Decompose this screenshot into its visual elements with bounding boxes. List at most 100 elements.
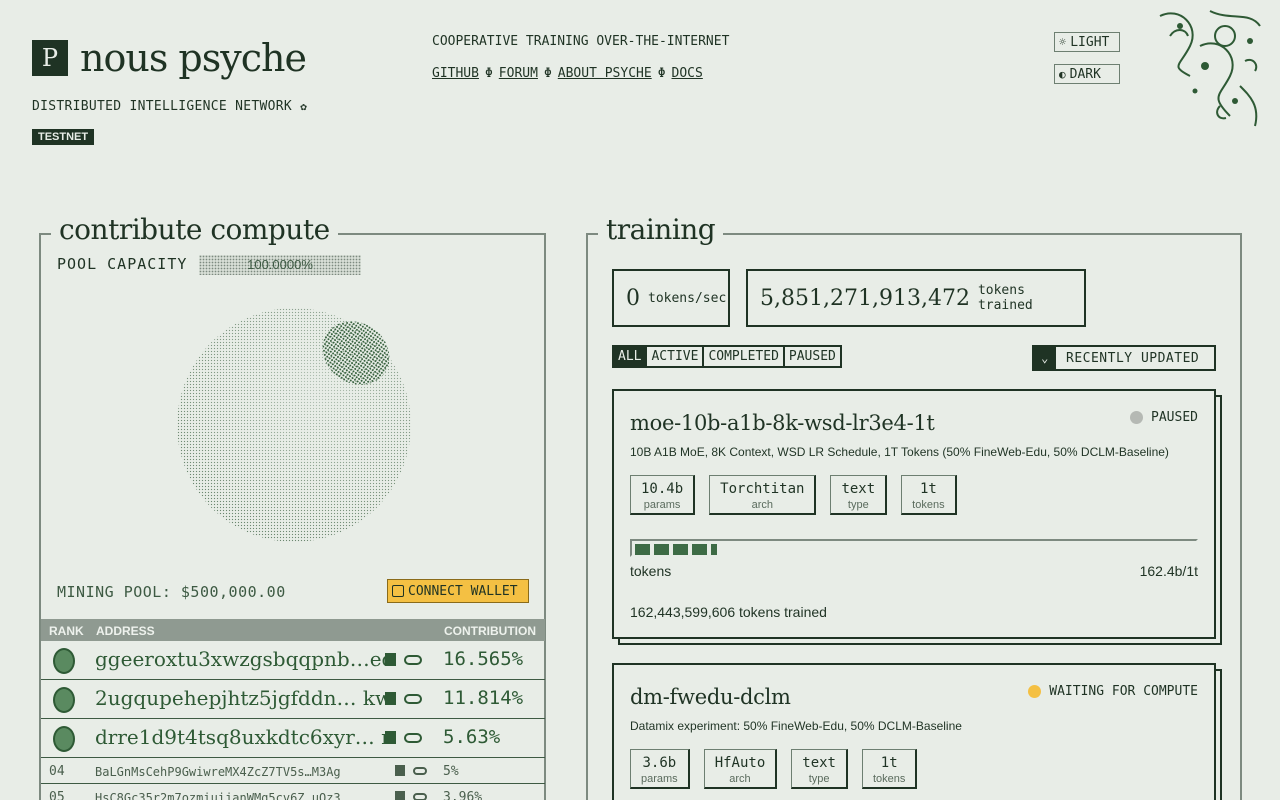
tab-all[interactable]: ALL <box>614 347 646 366</box>
progress-value: 162.4b/1t <box>1139 563 1198 579</box>
run-description: Datamix experiment: 50% FineWeb-Edu, 50%… <box>630 719 962 733</box>
row-rank: 05 <box>49 790 65 800</box>
nav-link-forum[interactable]: FORUM <box>499 66 538 81</box>
run-card[interactable]: moe-10b-a1b-8k-wsd-lr3e4-1t PAUSED 10B A… <box>612 389 1216 639</box>
theme-dark-button[interactable]: ◐ DARK <box>1054 64 1120 84</box>
sort-dropdown[interactable]: ⌄ RECENTLY UPDATED <box>1032 345 1216 371</box>
tokens-per-sec-stat: 0 tokens/sec <box>612 269 730 327</box>
col-contribution: CONTRIBUTION <box>444 624 536 638</box>
chip-value: 1t <box>880 755 898 771</box>
run-tokens-trained: 162,443,599,606 tokens trained <box>630 604 827 620</box>
link-icon[interactable] <box>404 733 422 743</box>
theme-light-button[interactable]: ☼ LIGHT <box>1054 32 1120 52</box>
copy-icon[interactable] <box>385 692 396 705</box>
chip-params: 3.6b params <box>630 749 690 789</box>
run-progress-bar <box>630 539 1198 557</box>
link-icon[interactable] <box>413 793 427 800</box>
chip-value: Torchtitan <box>720 481 805 497</box>
row-rank: 04 <box>49 764 65 779</box>
progress-segment <box>654 544 669 555</box>
chip-value: 3.6b <box>642 755 677 771</box>
chip-value: HfAuto <box>714 755 766 771</box>
panel-title: contribute compute <box>51 213 338 246</box>
theme-light-label: LIGHT <box>1070 34 1110 50</box>
chip-label: type <box>808 773 830 785</box>
row-address: HsC8Gc35r2m7ozmiuijanWMq5cv6Z…uOz3 <box>95 791 341 800</box>
status-dot-icon <box>1028 685 1042 698</box>
status-dot-icon <box>1130 411 1144 424</box>
link-icon[interactable] <box>404 694 422 704</box>
link-icon[interactable] <box>413 767 427 775</box>
chip-label: params <box>641 773 678 785</box>
ornament-glyph-icon: ✿ <box>300 100 308 113</box>
col-address: ADDRESS <box>96 624 155 638</box>
tab-paused[interactable]: PAUSED <box>782 347 840 366</box>
logo[interactable]: P nous psyche <box>32 36 307 80</box>
chip-label: tokens <box>872 773 906 785</box>
chip-label: arch <box>751 499 773 511</box>
tokens-per-sec-unit: tokens/sec <box>648 290 727 306</box>
chip-type: text type <box>830 475 888 515</box>
run-status: PAUSED <box>1130 410 1198 425</box>
table-row: drre1d9t4tsq8uxkdtc6xyr… rfkj 5.63% <box>41 719 545 758</box>
row-contribution: 5% <box>443 764 459 779</box>
main-nav: GITHUB Φ FORUM Φ ABOUT PSYCHE Φ DOCS <box>432 66 703 81</box>
chip-params: 10.4b params <box>630 475 696 515</box>
copy-icon[interactable] <box>395 791 405 800</box>
row-contribution: 11.814% <box>443 687 524 709</box>
bronze-medal-icon <box>53 726 75 752</box>
connect-wallet-button[interactable]: CONNECT WALLET <box>387 579 529 603</box>
network-badge: TESTNET <box>32 129 95 145</box>
training-panel: training 0 tokens/sec 5,851,271,913,472 … <box>586 213 1242 800</box>
logo-mark-icon: P <box>32 40 68 76</box>
col-rank: RANK <box>49 624 84 638</box>
chip-label: params <box>643 499 681 511</box>
tab-active[interactable]: ACTIVE <box>645 347 702 366</box>
copy-icon[interactable] <box>385 653 396 666</box>
row-contribution: 16.565% <box>443 648 524 670</box>
run-name: moe-10b-a1b-8k-wsd-lr3e4-1t <box>630 411 935 435</box>
mining-pool-amount: MINING POOL: $500,000.00 <box>57 583 286 601</box>
row-contribution: 5.63% <box>443 726 501 748</box>
table-row: 05 HsC8Gc35r2m7ozmiuijanWMq5cv6Z…uOz3 3.… <box>41 784 545 800</box>
tokens-per-sec-value: 0 <box>626 285 640 311</box>
tab-completed[interactable]: COMPLETED <box>702 347 782 366</box>
row-address: BaLGnMsCehP9GwiwreMX4ZcZ7TV5s…M3Ag <box>95 765 341 779</box>
tagline-text: DISTRIBUTED INTELLIGENCE NETWORK <box>32 99 293 114</box>
sun-icon: ☼ <box>1059 35 1067 49</box>
tagline: DISTRIBUTED INTELLIGENCE NETWORK ✿ <box>32 99 307 114</box>
row-address: ggeeroxtu3xwzgsbqqpnb…eqt7 <box>95 647 385 671</box>
moon-icon: ◐ <box>1059 67 1066 81</box>
sort-label: RECENTLY UPDATED <box>1066 350 1200 366</box>
chip-value: text <box>841 481 876 497</box>
chip-type: text type <box>791 749 848 789</box>
chip-value: text <box>802 755 836 771</box>
status-filter-tabs: ALL ACTIVE COMPLETED PAUSED <box>612 345 842 368</box>
nav-link-about[interactable]: ABOUT PSYCHE <box>558 66 652 81</box>
chip-arch: HfAuto arch <box>703 749 778 789</box>
chip-label: arch <box>729 773 751 785</box>
subtitle: COOPERATIVE TRAINING OVER-THE-INTERNET <box>432 34 730 49</box>
nav-separator-icon: Φ <box>543 66 552 81</box>
pool-capacity-label: POOL CAPACITY <box>57 255 188 273</box>
run-description: 10B A1B MoE, 8K Context, WSD LR Schedule… <box>630 445 1169 459</box>
table-row: 04 BaLGnMsCehP9GwiwreMX4ZcZ7TV5s…M3Ag 5% <box>41 758 545 784</box>
panel-title: training <box>598 213 724 246</box>
run-status-label: PAUSED <box>1151 410 1198 425</box>
tokens-trained-value: 5,851,271,913,472 <box>760 285 970 311</box>
chip-label: tokens <box>912 499 945 511</box>
table-row: ggeeroxtu3xwzgsbqqpnb…eqt7 16.565% <box>41 641 545 680</box>
row-address: 2ugqupehepjhtz5jgfddn… kwj4 <box>95 686 385 710</box>
nav-link-github[interactable]: GITHUB <box>432 66 479 81</box>
progress-segment <box>711 544 717 555</box>
connect-wallet-label: CONNECT WALLET <box>408 583 518 599</box>
tokens-trained-stat: 5,851,271,913,472 tokens trained <box>746 269 1086 327</box>
run-card[interactable]: dm-fwedu-dclm WAITING FOR COMPUTE Datami… <box>612 663 1216 800</box>
chip-arch: Torchtitan arch <box>709 475 817 515</box>
pool-capacity-bar: 100.0000% <box>199 255 361 275</box>
link-icon[interactable] <box>404 655 422 665</box>
copy-icon[interactable] <box>395 765 405 776</box>
copy-icon[interactable] <box>385 731 396 744</box>
nav-link-docs[interactable]: DOCS <box>672 66 703 81</box>
gold-medal-icon <box>53 648 75 674</box>
